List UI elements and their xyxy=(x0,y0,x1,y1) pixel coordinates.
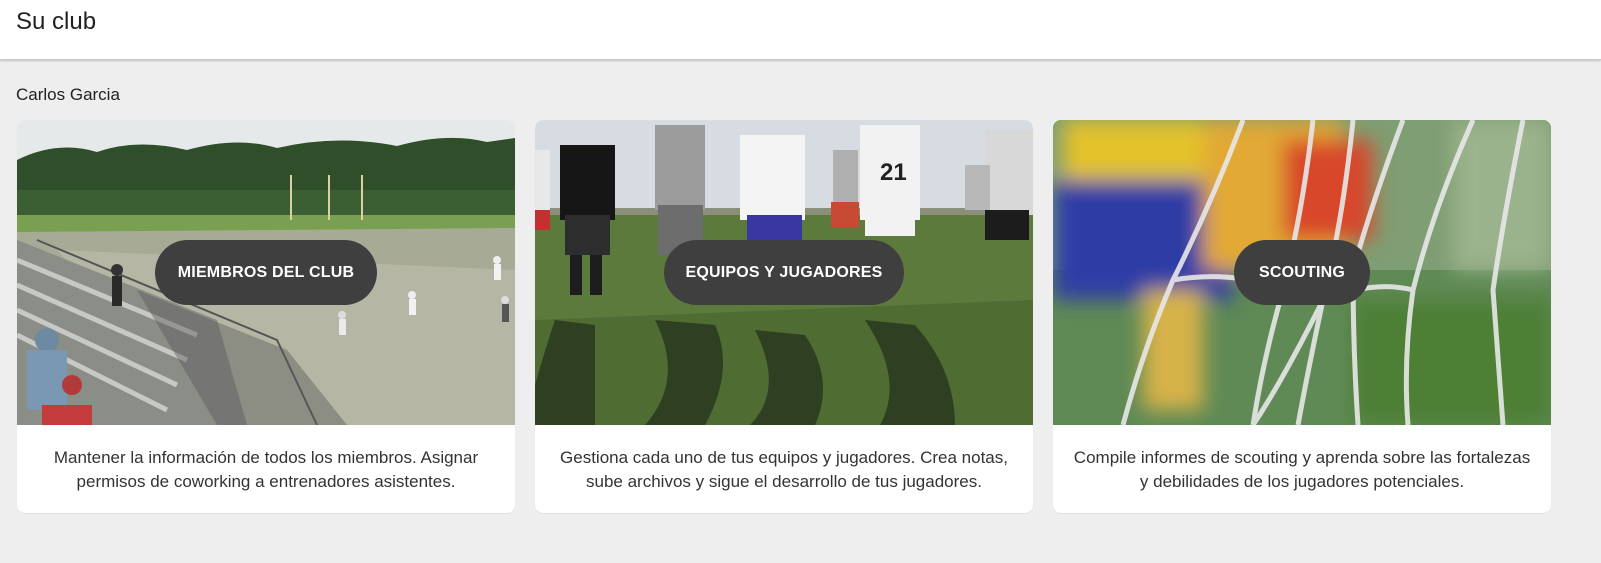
club-members-button[interactable]: MIEMBROS DEL CLUB xyxy=(155,240,377,305)
scouting-description: Compile informes de scouting y aprenda s… xyxy=(1073,448,1531,491)
card-scouting[interactable]: SCOUTING Compile informes de scouting y … xyxy=(1053,120,1551,513)
club-owner-name: Carlos Garcia xyxy=(16,85,120,104)
svg-text:21: 21 xyxy=(880,159,907,186)
card-club-members[interactable]: MIEMBROS DEL CLUB Mantener la informació… xyxy=(17,120,515,513)
page-title: Su club xyxy=(16,8,97,35)
header-bar: Su club xyxy=(0,0,1601,60)
teams-players-description: Gestiona cada uno de tus equipos y jugad… xyxy=(560,448,1008,491)
teams-players-button[interactable]: EQUIPOS Y JUGADORES xyxy=(664,240,904,305)
card-teams-players[interactable]: 21 EQUIPOS Y JUGADORES Gestiona cada uno… xyxy=(535,120,1033,513)
club-members-description: Mantener la información de todos los mie… xyxy=(53,448,479,491)
scouting-button[interactable]: SCOUTING xyxy=(1234,240,1370,305)
